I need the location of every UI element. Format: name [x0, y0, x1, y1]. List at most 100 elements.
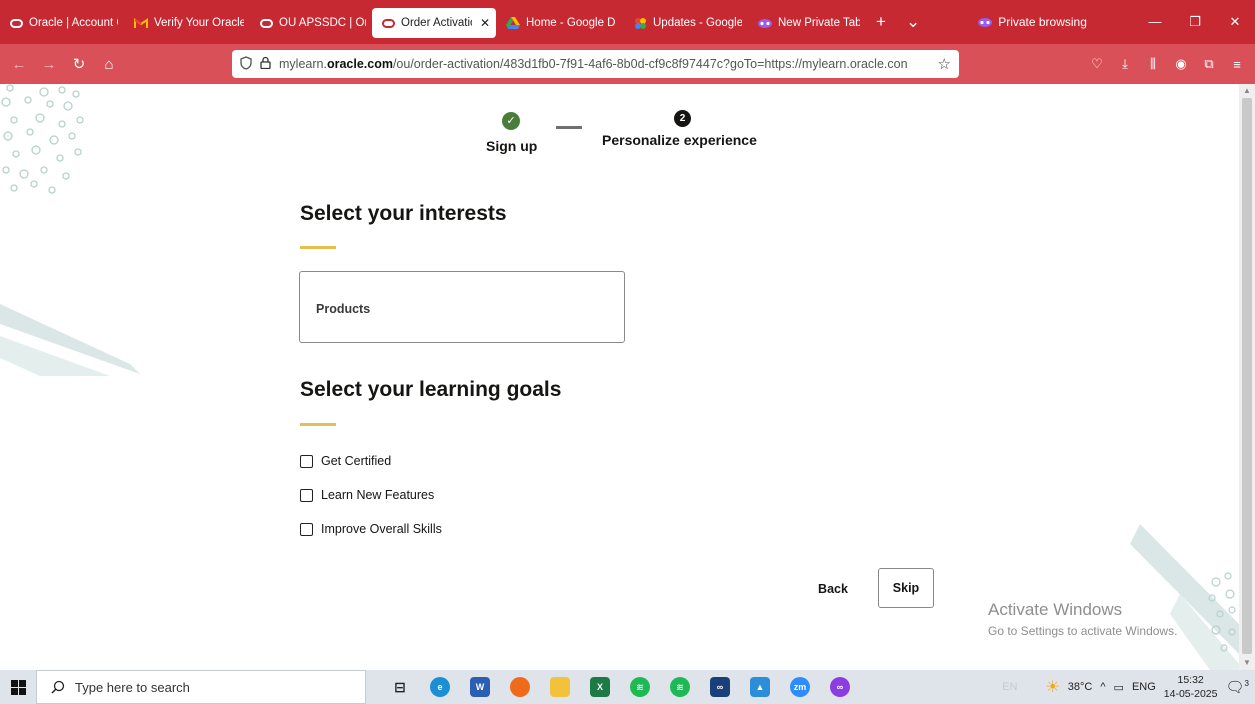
- shield-icon[interactable]: [240, 55, 252, 73]
- interests-heading: Select your interests: [300, 202, 507, 225]
- tab-label: Home - Google D: [526, 17, 616, 29]
- google-drive-icon: [506, 17, 520, 29]
- file-explorer-icon[interactable]: [542, 670, 578, 704]
- goal-improve-overall-skills[interactable]: Improve Overall Skills: [300, 522, 442, 536]
- oracle-icon: [260, 18, 273, 28]
- tab-label: Oracle | Account C: [29, 17, 118, 29]
- pocket-icon[interactable]: ♡: [1085, 56, 1109, 72]
- step-sign-up-label: Sign up: [486, 138, 538, 154]
- new-tab-button[interactable]: +: [866, 12, 896, 32]
- system-clock[interactable]: 15:32 14-05-2025: [1164, 673, 1218, 701]
- page-content: ✓ Sign up 2 Personalize experience Selec…: [0, 84, 1239, 670]
- windows-logo-icon: [10, 679, 26, 695]
- goal-label: Learn New Features: [321, 488, 435, 502]
- windows-start-button[interactable]: [0, 670, 36, 704]
- forward-arrow-icon[interactable]: →: [38, 56, 60, 73]
- bookmark-star-icon[interactable]: ☆: [938, 55, 951, 73]
- private-mask-icon: [978, 17, 993, 27]
- extensions-icon[interactable]: ⧉: [1197, 56, 1221, 72]
- download-icon[interactable]: ⤓: [1113, 56, 1137, 72]
- heading-accent-bar: [300, 423, 336, 426]
- photos-icon[interactable]: ▲: [742, 670, 778, 704]
- stepper-connector: [556, 126, 582, 129]
- library-icon[interactable]: ⫼: [1141, 56, 1165, 72]
- oracle-icon: [10, 18, 23, 28]
- firefox-private-icon[interactable]: ∞: [822, 670, 858, 704]
- checkbox[interactable]: [300, 488, 313, 502]
- tab-label: Updates - Google: [653, 17, 742, 29]
- checkbox[interactable]: [300, 522, 313, 536]
- tab-ou-apssdc[interactable]: OU APSSDC | Orac: [250, 8, 372, 38]
- webex-icon[interactable]: ∞: [702, 670, 738, 704]
- toolbar-right: ♡ ⤓ ⫼ ◉ ⧉ ≡: [1085, 44, 1255, 84]
- network-icon[interactable]: ▭: [1114, 681, 1124, 694]
- goal-learn-new-features[interactable]: Learn New Features: [300, 488, 434, 502]
- spotify-icon[interactable]: ≋: [662, 670, 698, 704]
- google-photos-icon: [634, 17, 647, 30]
- close-window-icon[interactable]: ✕: [1215, 14, 1255, 30]
- tab-google-updates[interactable]: Updates - Google: [624, 8, 748, 38]
- language-indicator[interactable]: ENG: [1132, 681, 1156, 693]
- private-browsing-indicator: Private browsing: [978, 15, 1087, 29]
- url-path: /ou/order-activation/483d1fb0-7f91-4af6-…: [392, 57, 908, 71]
- system-tray: EN ☀ 38°C ^ ▭ ENG 15:32 14-05-2025 🗨3: [1002, 673, 1255, 701]
- scroll-down-icon[interactable]: ▼: [1239, 656, 1255, 670]
- taskbar-search-box[interactable]: Type here to search: [36, 670, 366, 704]
- tab-google-drive[interactable]: Home - Google D: [496, 8, 624, 38]
- notifications-icon[interactable]: 🗨3: [1226, 678, 1250, 696]
- tab-oracle-account[interactable]: Oracle | Account C: [0, 8, 124, 38]
- ime-indicator: EN: [1002, 681, 1018, 693]
- gmail-icon: [134, 17, 148, 29]
- tab-new-private[interactable]: New Private Tab: [748, 8, 866, 38]
- zoom-icon[interactable]: zm: [782, 670, 818, 704]
- tab-label: New Private Tab: [778, 17, 860, 29]
- address-bar[interactable]: mylearn. oracle.com/ou/order-activation/4…: [232, 50, 959, 78]
- scroll-up-icon[interactable]: ▲: [1239, 84, 1255, 98]
- spotify-icon[interactable]: ≋: [622, 670, 658, 704]
- page-scrollbar[interactable]: ▲ ▼: [1239, 84, 1255, 670]
- tab-verify-oracle[interactable]: Verify Your Oracle: [124, 8, 250, 38]
- activate-windows-subtitle: Go to Settings to activate Windows.: [988, 624, 1178, 638]
- activate-windows-title: Activate Windows: [988, 600, 1123, 619]
- oracle-icon: [382, 18, 395, 28]
- step-number-badge: 2: [674, 110, 691, 127]
- weather-icon[interactable]: ☀: [1045, 677, 1059, 697]
- tab-label: OU APSSDC | Orac: [279, 17, 366, 29]
- products-selector[interactable]: Products: [299, 271, 625, 343]
- account-icon[interactable]: ◉: [1169, 56, 1193, 72]
- excel-icon[interactable]: X: [582, 670, 618, 704]
- menu-icon[interactable]: ≡: [1225, 57, 1249, 72]
- back-arrow-icon[interactable]: ←: [8, 56, 30, 73]
- close-tab-icon[interactable]: ✕: [480, 16, 490, 30]
- home-icon[interactable]: ⌂: [98, 56, 120, 73]
- chevron-up-icon[interactable]: ^: [1100, 681, 1105, 693]
- back-button[interactable]: Back: [808, 569, 858, 609]
- edge-icon[interactable]: e: [422, 670, 458, 704]
- step-personalize-label: Personalize experience: [602, 132, 757, 148]
- clock-date: 14-05-2025: [1163, 688, 1218, 700]
- word-icon[interactable]: W: [462, 670, 498, 704]
- lock-icon[interactable]: [260, 56, 271, 72]
- restore-icon[interactable]: ❐: [1175, 14, 1215, 30]
- minimize-icon[interactable]: —: [1135, 14, 1175, 30]
- activate-windows-watermark: Activate Windows Go to Settings to activ…: [988, 600, 1177, 638]
- windows-taskbar: Type here to search ⊟ e W X ≋ ≋ ∞ ▲ zm ∞…: [0, 670, 1255, 704]
- checkbox[interactable]: [300, 454, 313, 468]
- scrollbar-thumb[interactable]: [1242, 98, 1252, 654]
- browser-navigation-bar: ← → ↻ ⌂ mylearn. oracle.com/ou/order-acti…: [0, 44, 1255, 84]
- skip-button[interactable]: Skip: [878, 568, 934, 608]
- progress-stepper: ✓ Sign up 2 Personalize experience: [480, 110, 800, 160]
- temperature-label[interactable]: 38°C: [1068, 681, 1093, 693]
- heading-accent-bar: [300, 246, 336, 249]
- goal-label: Get Certified: [321, 454, 392, 468]
- decorative-circles-top-left: [1, 84, 84, 194]
- firefox-icon[interactable]: [502, 670, 538, 704]
- tab-list-button[interactable]: ⌄: [896, 12, 930, 32]
- task-view-icon[interactable]: ⊟: [382, 670, 418, 704]
- tab-order-activation[interactable]: Order Activatio ✕: [372, 8, 496, 38]
- decorative-stripes-bottom-right: [1130, 524, 1239, 670]
- reload-icon[interactable]: ↻: [68, 55, 90, 73]
- taskbar-apps: ⊟ e W X ≋ ≋ ∞ ▲ zm ∞: [382, 670, 858, 704]
- goal-get-certified[interactable]: Get Certified: [300, 454, 391, 468]
- clock-time: 15:32: [1177, 674, 1204, 686]
